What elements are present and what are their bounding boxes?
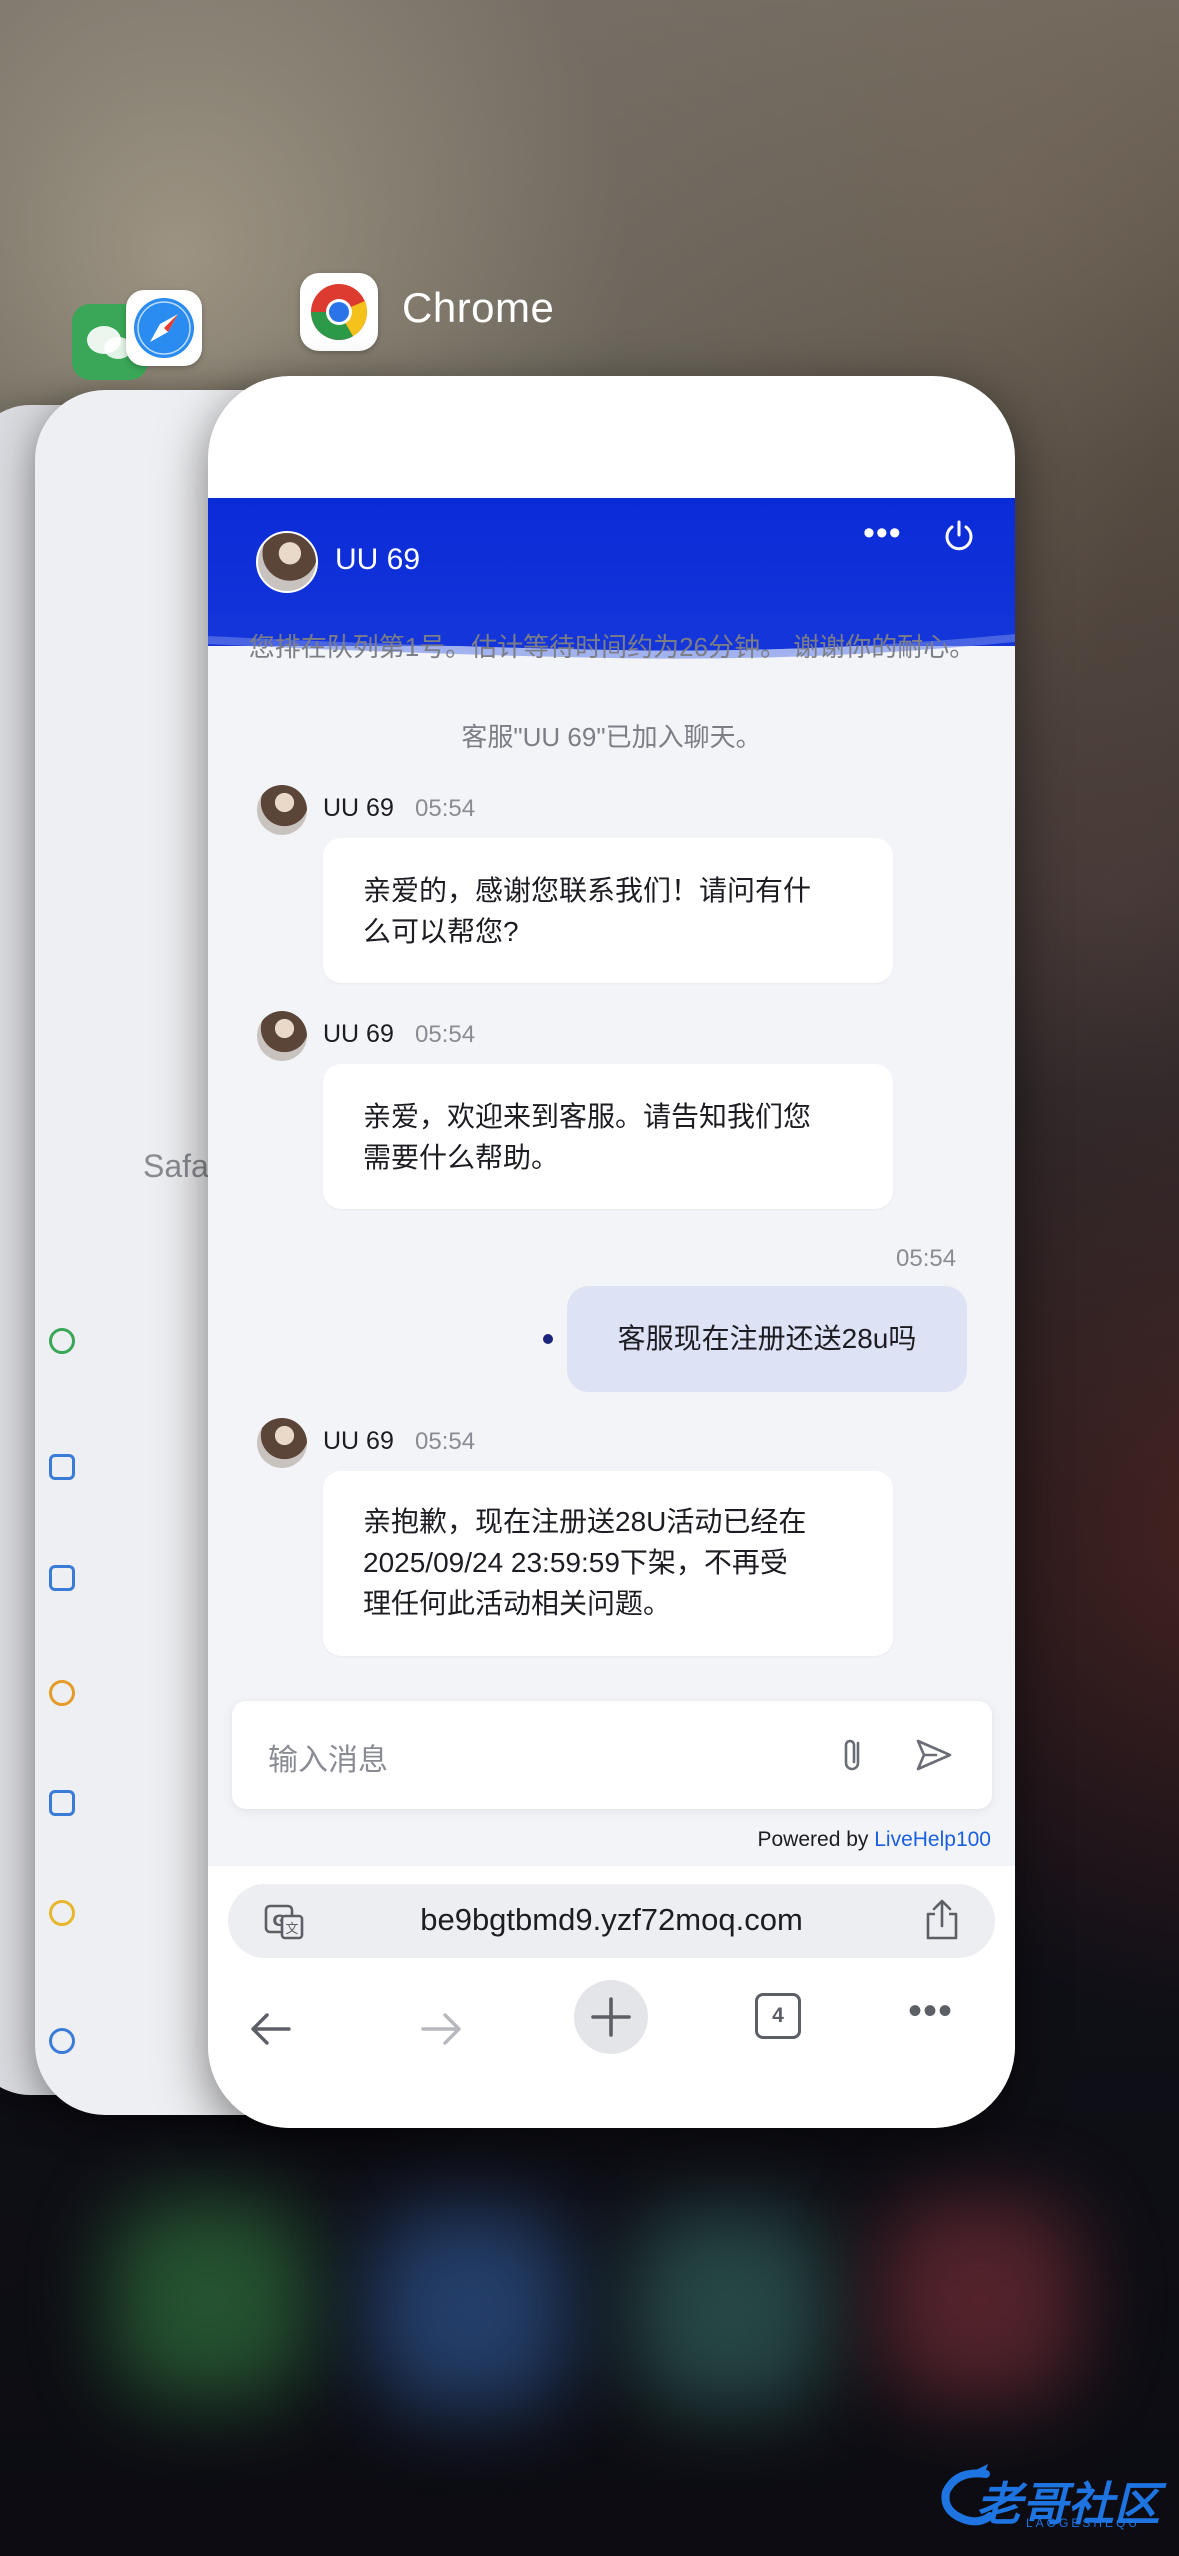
chrome-app-card[interactable]: UU 69 ••• 您排在队列第1号。估计等待时间约为26分钟。 谢谢你的耐心。…: [208, 376, 1015, 2128]
tab-switcher-button[interactable]: 4: [755, 1993, 801, 2039]
incoming-message-bubble: 亲爱，欢迎来到客服。请告知我们您 需要什么帮助。: [323, 1064, 893, 1209]
folder-icon: [49, 1454, 75, 1480]
dock-blur-red: [880, 2200, 1080, 2400]
dock-blur-teal: [630, 2210, 830, 2410]
chrome-logo-icon: [311, 284, 368, 340]
message-time: 05:54: [415, 795, 476, 822]
message-sender: UU 69: [323, 1427, 394, 1455]
message-line: 亲爱，欢迎来到客服。请告知我们您: [363, 1101, 812, 1132]
message-sender: UU 69: [323, 1020, 394, 1048]
chrome-app-icon[interactable]: [300, 273, 378, 351]
incoming-message-bubble: 亲抱歉，现在注册送28U活动已经在 2025/09/24 23:59:59下架，…: [323, 1471, 893, 1656]
message-line: 理任何此活动相关问题。: [363, 1588, 672, 1619]
dock-blur-green: [110, 2200, 310, 2400]
safari-compass-icon: [134, 298, 194, 358]
address-bar[interactable]: G 文 be9bgtbmd9.yzf72moq.com: [228, 1884, 995, 1958]
message-sender: UU 69: [323, 794, 394, 822]
message-input[interactable]: 输入消息: [232, 1701, 992, 1809]
powered-by-text: Powered by LiveHelp100: [758, 1828, 992, 1852]
safari-app-icon[interactable]: [126, 290, 202, 366]
incoming-message-bubble: 亲爱的，感谢您联系我们！请问有什 么可以帮您?: [323, 838, 893, 983]
message-avatar: [257, 785, 307, 835]
new-tab-button[interactable]: [574, 1980, 648, 2054]
queue-status-text-visible: 您排在队列第1号。估计等待时间约为26分钟。 谢谢你的耐心。: [248, 632, 976, 662]
message-line: 亲爱的，感谢您联系我们！请问有什: [363, 875, 812, 906]
smile-icon: [49, 1900, 75, 1926]
dock-blur-blue: [370, 2210, 570, 2410]
paperclip-icon[interactable]: [832, 1733, 876, 1777]
message-line: 需要什么帮助。: [363, 1142, 560, 1173]
agent-avatar: [256, 531, 318, 593]
plus-icon: [591, 1997, 631, 2037]
more-menu-icon[interactable]: •••: [908, 1991, 953, 2031]
message-avatar: [257, 1418, 307, 1468]
outgoing-message-text: 客服现在注册还送28u吗: [617, 1323, 917, 1354]
back-arrow-icon[interactable]: [243, 2001, 299, 2057]
power-icon[interactable]: [942, 519, 976, 553]
message-line: 亲抱歉，现在注册送28U活动已经在: [363, 1506, 807, 1537]
agent-name: UU 69: [335, 543, 421, 576]
agent-joined-text: 客服"UU 69"已加入聊天。: [461, 722, 762, 752]
forward-arrow-icon[interactable]: [413, 2001, 469, 2057]
message-time: 05:54: [415, 1428, 476, 1455]
clock-icon: [49, 1680, 75, 1706]
watermark-subtext: LAOGESHEQU: [1026, 2516, 1141, 2530]
message-line: 么可以帮您?: [363, 916, 519, 947]
chrome-app-name: Chrome: [402, 284, 555, 331]
message-avatar: [257, 1011, 307, 1061]
gear-icon: [49, 2028, 75, 2054]
outgoing-message-time: 05:54: [896, 1245, 957, 1272]
url-text: be9bgtbmd9.yzf72moq.com: [420, 1902, 803, 1937]
safari-card-label: Safa: [143, 1148, 209, 1184]
message-time: 05:54: [415, 1021, 476, 1048]
chat-icon: [49, 1328, 75, 1354]
send-icon[interactable]: [912, 1733, 956, 1777]
image-icon: [49, 1565, 75, 1591]
share-icon[interactable]: [922, 1898, 962, 1942]
message-input-placeholder: 输入消息: [268, 1744, 388, 1777]
file-icon: [49, 1790, 75, 1816]
queue-status-line: 您排在队列第1号。估计等待时间约为26分钟。 谢谢你的耐心。: [232, 630, 992, 698]
powered-by-prefix: Powered by: [757, 1828, 875, 1851]
watermark-logo: 老哥社区 LAOGESHEQU: [936, 2462, 1166, 2532]
livehelp-link[interactable]: LiveHelp100: [874, 1828, 991, 1851]
message-line: 2025/09/24 23:59:59下架，不再受: [363, 1547, 788, 1578]
more-options-icon[interactable]: •••: [863, 514, 902, 553]
sent-status-dot: [543, 1334, 553, 1344]
outgoing-message-bubble: 客服现在注册还送28u吗: [567, 1286, 967, 1392]
